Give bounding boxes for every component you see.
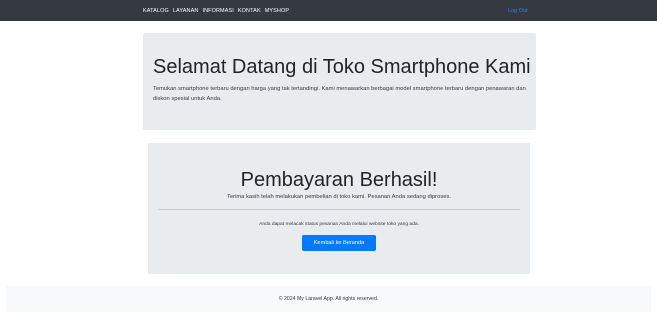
success-title: Pembayaran Berhasil!: [240, 169, 438, 191]
nav-link-myshop[interactable]: MYSHOP: [265, 8, 289, 14]
success-message: Terima kasih telah melakukan pembelian d…: [227, 194, 451, 200]
logout-link[interactable]: Log Out: [508, 0, 528, 21]
welcome-jumbotron: Selamat Datang di Toko Smartphone Kami T…: [143, 33, 536, 130]
payment-success-card: Pembayaran Berhasil! Terima kasih telah …: [148, 143, 530, 274]
order-tracking-info: Anda dapat melacak status pesanan Anda m…: [259, 222, 419, 227]
footer: © 2024 My Laravel App. All rights reserv…: [6, 286, 651, 312]
nav-link-katalog[interactable]: KATALOG: [143, 8, 169, 14]
back-to-home-button[interactable]: Kembali ke Beranda: [302, 235, 376, 251]
nav-link-layanan[interactable]: LAYANAN: [173, 8, 199, 14]
nav-links: KATALOG LAYANAN INFORMASI KONTAK MYSHOP: [143, 0, 289, 21]
welcome-text: Temukan smartphone terbaru dengan harga …: [153, 86, 526, 102]
welcome-title: Selamat Datang di Toko Smartphone Kami: [153, 56, 531, 78]
nav-link-informasi[interactable]: INFORMASI: [202, 8, 233, 14]
nav-link-kontak[interactable]: KONTAK: [238, 8, 261, 14]
top-navbar: KATALOG LAYANAN INFORMASI KONTAK MYSHOP …: [0, 0, 657, 21]
copyright-text: © 2024 My Laravel App. All rights reserv…: [278, 296, 379, 302]
divider: [158, 209, 520, 210]
